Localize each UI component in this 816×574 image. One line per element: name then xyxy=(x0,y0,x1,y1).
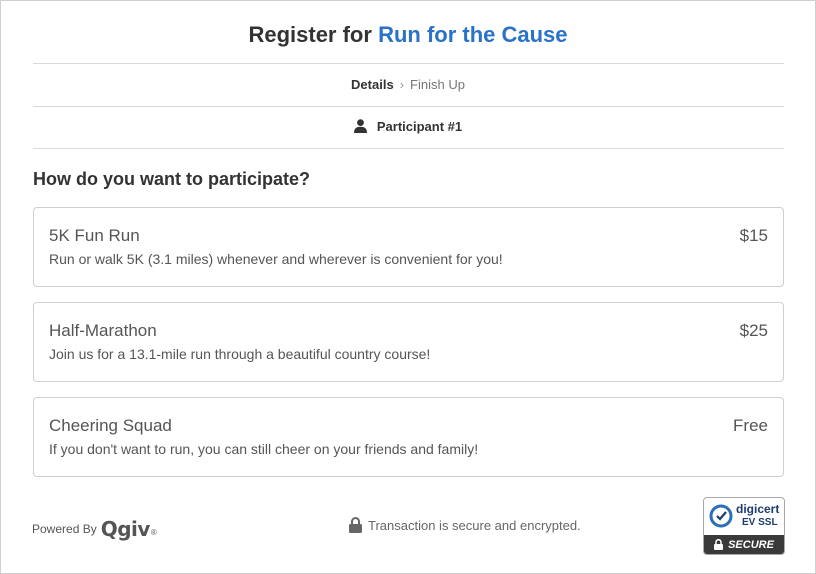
participation-question: How do you want to participate? xyxy=(33,169,311,189)
event-name: Run for the Cause xyxy=(378,22,568,47)
digicert-seal-icon xyxy=(709,504,733,528)
divider xyxy=(33,148,784,149)
option-cheering-squad[interactable]: Cheering Squad Free If you don't want to… xyxy=(33,397,784,477)
secure-bar: SECURE xyxy=(704,535,784,554)
step-finish-up: Finish Up xyxy=(410,77,465,92)
qgiv-logo[interactable]: Qgiv xyxy=(101,517,151,541)
lock-icon xyxy=(349,517,362,533)
security-text: Transaction is secure and encrypted. xyxy=(368,517,581,533)
digicert-ssl-badge[interactable]: digicert EV SSL SECURE xyxy=(703,497,785,555)
powered-by: Powered By Qgiv ® xyxy=(32,517,157,541)
powered-by-label: Powered By xyxy=(32,522,97,536)
step-details: Details xyxy=(351,77,394,92)
option-name: 5K Fun Run xyxy=(49,226,140,245)
option-description: Run or walk 5K (3.1 miles) whenever and … xyxy=(49,251,503,267)
registered-mark: ® xyxy=(150,528,157,537)
option-price: $25 xyxy=(739,321,768,340)
option-half-marathon[interactable]: Half-Marathon $25 Join us for a 13.1-mil… xyxy=(33,302,784,382)
divider xyxy=(33,106,784,107)
option-name: Half-Marathon xyxy=(49,321,157,340)
divider xyxy=(33,63,784,64)
option-description: If you don't want to run, you can still … xyxy=(49,441,479,457)
participant-header: Participant #1 xyxy=(0,119,816,134)
ev-ssl-label: EV SSL xyxy=(742,517,778,528)
option-name: Cheering Squad xyxy=(49,416,172,435)
lock-icon xyxy=(714,539,724,550)
option-description: Join us for a 13.1-mile run through a be… xyxy=(49,346,431,362)
participant-label: Participant #1 xyxy=(376,119,463,134)
person-icon xyxy=(353,119,367,133)
security-notice: Transaction is secure and encrypted. xyxy=(349,517,581,533)
option-5k-fun-run[interactable]: 5K Fun Run $15 Run or walk 5K (3.1 miles… xyxy=(33,207,784,287)
digicert-brand: digicert xyxy=(736,502,780,516)
breadcrumb: Details › Finish Up xyxy=(0,77,816,92)
title-prefix: Register for xyxy=(248,22,372,47)
secure-label: SECURE xyxy=(728,538,774,551)
option-price: $15 xyxy=(739,226,768,245)
option-price: Free xyxy=(733,416,768,435)
page-title: Register for Run for the Cause xyxy=(0,22,816,48)
breadcrumb-separator: › xyxy=(399,77,405,92)
